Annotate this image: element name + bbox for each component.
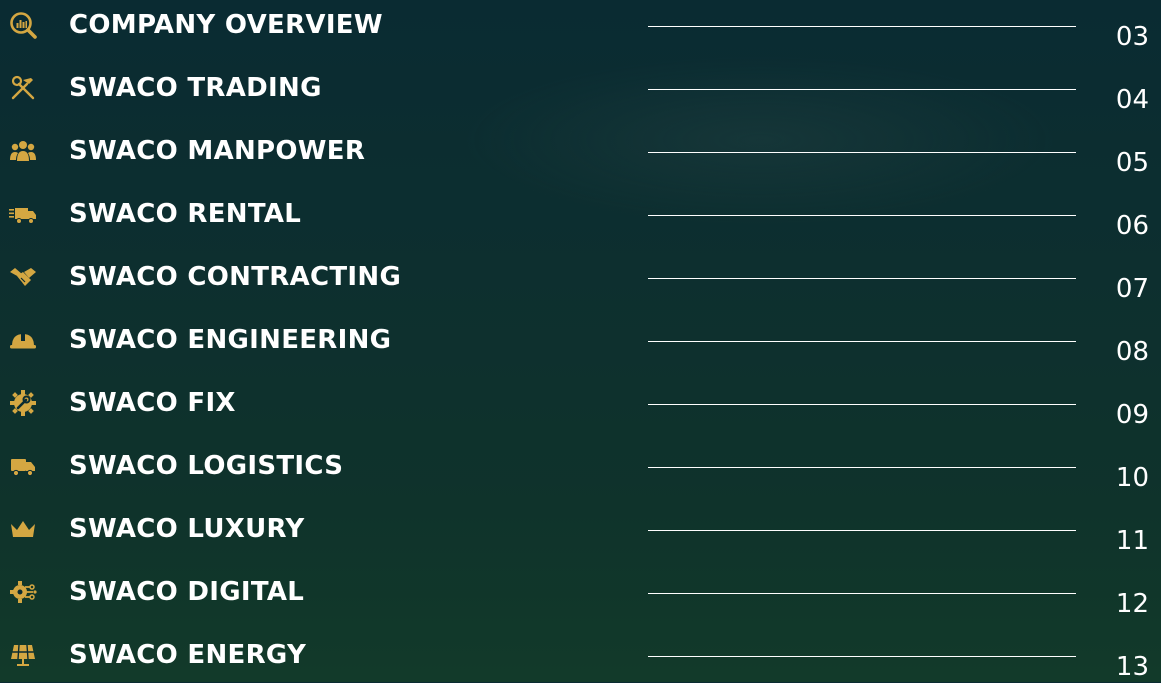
toc-item-swaco-digital[interactable]: SWACO DIGITAL 12 — [0, 576, 1161, 619]
toc-item-swaco-contracting[interactable]: SWACO CONTRACTING 07 — [0, 261, 1161, 304]
toc-item-title: SWACO LUXURY — [69, 514, 305, 544]
toc-item-page: 11 — [1115, 526, 1149, 556]
toc-item-title: SWACO DIGITAL — [69, 577, 305, 607]
toc-item-page: 13 — [1115, 652, 1149, 682]
analytics-magnifier-icon — [9, 11, 37, 39]
toc-item-title: SWACO FIX — [69, 388, 236, 418]
toc-item-page: 07 — [1115, 274, 1149, 304]
toc-item-title: SWACO RENTAL — [69, 199, 302, 229]
toc-item-swaco-manpower[interactable]: SWACO MANPOWER 05 — [0, 135, 1161, 178]
hard-hat-icon — [9, 326, 37, 354]
toc-item-title: SWACO ENERGY — [69, 640, 307, 670]
toc-item-title: SWACO MANPOWER — [69, 136, 366, 166]
toc-item-title: COMPANY OVERVIEW — [69, 10, 383, 40]
toc-leader-line — [648, 341, 1076, 342]
toc-item-swaco-trading[interactable]: SWACO TRADING 04 — [0, 72, 1161, 115]
solar-panel-icon — [9, 641, 37, 669]
toc-leader-line — [648, 467, 1076, 468]
toc-leader-line — [648, 278, 1076, 279]
toc-leader-line — [648, 26, 1076, 27]
handshake-icon — [9, 263, 37, 291]
toc-leader-line — [648, 656, 1076, 657]
toc-item-title: SWACO LOGISTICS — [69, 451, 344, 481]
toc-item-swaco-rental[interactable]: SWACO RENTAL 06 — [0, 198, 1161, 241]
circuit-gear-icon — [9, 578, 37, 606]
delivery-truck-icon — [9, 452, 37, 480]
table-of-contents: COMPANY OVERVIEW 03 SWACO TRADING 04 SWA… — [0, 0, 1161, 682]
crown-icon — [9, 515, 37, 543]
gear-wrench-icon — [9, 389, 37, 417]
toc-item-title: SWACO CONTRACTING — [69, 262, 402, 292]
toc-item-title: SWACO ENGINEERING — [69, 325, 392, 355]
toc-item-title: SWACO TRADING — [69, 73, 322, 103]
toc-item-page: 03 — [1115, 22, 1149, 52]
toc-item-swaco-logistics[interactable]: SWACO LOGISTICS 10 — [0, 450, 1161, 493]
toc-item-page: 06 — [1115, 211, 1149, 241]
toc-item-page: 04 — [1115, 85, 1149, 115]
toc-item-page: 08 — [1115, 337, 1149, 367]
toc-leader-line — [648, 152, 1076, 153]
people-group-icon — [9, 137, 37, 165]
toc-leader-line — [648, 404, 1076, 405]
toc-item-page: 10 — [1115, 463, 1149, 493]
toc-leader-line — [648, 593, 1076, 594]
toc-item-swaco-fix[interactable]: SWACO FIX 09 — [0, 387, 1161, 430]
fast-truck-icon — [9, 200, 37, 228]
toc-item-swaco-luxury[interactable]: SWACO LUXURY 11 — [0, 513, 1161, 556]
toc-leader-line — [648, 530, 1076, 531]
toc-item-company-overview[interactable]: COMPANY OVERVIEW 03 — [0, 9, 1161, 52]
toc-item-page: 05 — [1115, 148, 1149, 178]
toc-leader-line — [648, 89, 1076, 90]
toc-item-page: 12 — [1115, 589, 1149, 619]
toc-item-swaco-engineering[interactable]: SWACO ENGINEERING 08 — [0, 324, 1161, 367]
toc-item-swaco-energy[interactable]: SWACO ENERGY 13 — [0, 639, 1161, 682]
toc-item-page: 09 — [1115, 400, 1149, 430]
toc-leader-line — [648, 215, 1076, 216]
tools-icon — [9, 74, 37, 102]
